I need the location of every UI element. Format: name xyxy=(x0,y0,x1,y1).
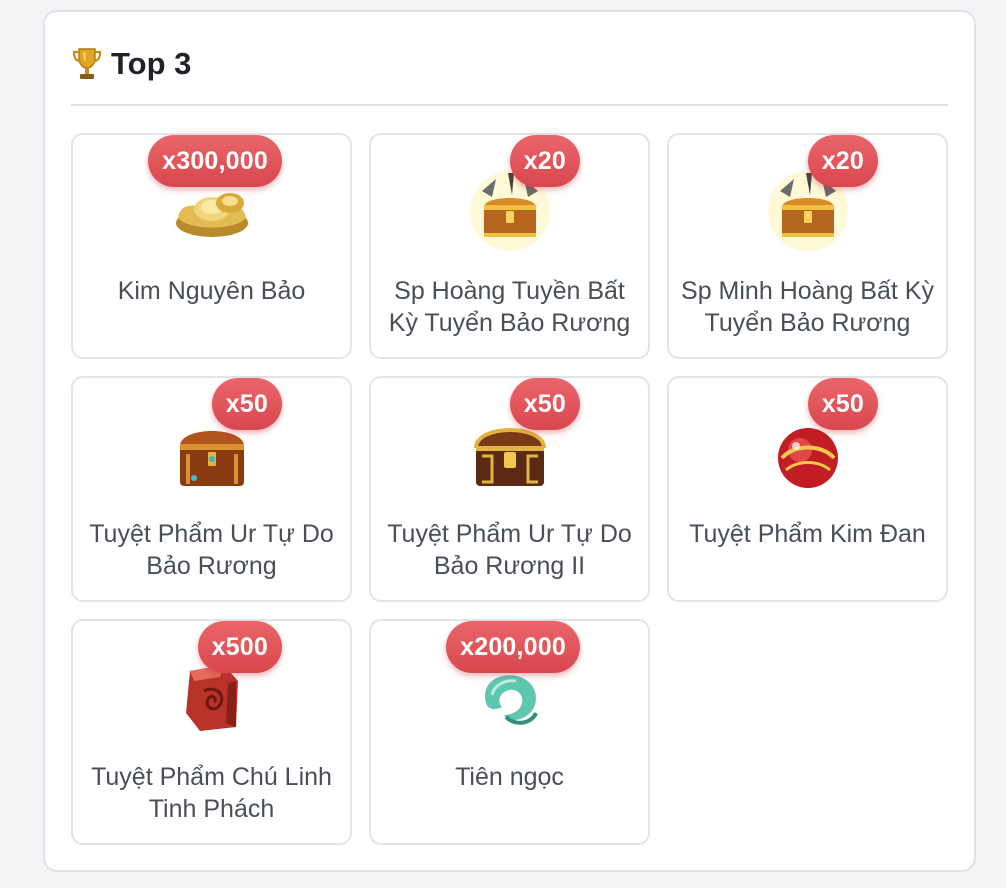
reward-card[interactable]: x20 Sp Minh Hoàng Bất Kỳ Tuyển Bảo Rương xyxy=(667,133,948,359)
reward-name: Tuyệt Phẩm Kim Đan xyxy=(689,520,926,548)
quantity-badge: x20 xyxy=(807,135,878,187)
quantity-badge: x50 xyxy=(807,378,878,430)
quantity-badge: x50 xyxy=(509,378,580,430)
panel-title: Top 3 xyxy=(111,46,192,81)
reward-card[interactable]: x200,000 Tiên ngọc xyxy=(369,619,650,845)
reward-name: Tuyệt Phẩm Ur Tự Do Bảo Rương II xyxy=(387,520,632,580)
reward-card[interactable]: x500 Tuyệt Phẩm Chú Linh Tinh Phách xyxy=(71,619,352,845)
reward-name: Tuyệt Phẩm Chú Linh Tinh Phách xyxy=(91,763,332,823)
quantity-badge: x200,000 xyxy=(446,621,580,673)
quantity-badge: x500 xyxy=(197,621,282,673)
reward-card[interactable]: x300,000 Kim Nguyên Bảo xyxy=(71,133,352,359)
quantity-badge: x50 xyxy=(211,378,282,430)
reward-card[interactable]: x50 Tuyệt Phẩm Ur Tự Do Bảo Rương II xyxy=(369,376,650,602)
quantity-badge: x20 xyxy=(509,135,580,187)
reward-card[interactable]: x20 Sp Hoàng Tuyền Bất Kỳ Tuyển Bảo Rươn… xyxy=(369,133,650,359)
reward-card[interactable]: x50 Tuyệt Phẩm Kim Đan xyxy=(667,376,948,602)
rewards-panel: Top 3 x300,000 Kim Nguyên Bảo x20 Sp Hoà… xyxy=(43,10,976,872)
panel-header: Top 3 xyxy=(71,40,191,88)
reward-grid: x300,000 Kim Nguyên Bảo x20 Sp Hoàng Tuy… xyxy=(71,133,948,845)
reward-card[interactable]: x50 Tuyệt Phẩm Ur Tự Do Bảo Rương xyxy=(71,376,352,602)
quantity-badge: x300,000 xyxy=(148,135,282,187)
reward-name: Tiên ngọc xyxy=(455,763,564,791)
trophy-icon xyxy=(72,48,102,79)
header-divider xyxy=(71,104,948,106)
reward-name: Kim Nguyên Bảo xyxy=(117,277,306,305)
reward-name: Tuyệt Phẩm Ur Tự Do Bảo Rương xyxy=(89,520,334,580)
reward-name: Sp Hoàng Tuyền Bất Kỳ Tuyển Bảo Rương xyxy=(388,277,631,337)
reward-name: Sp Minh Hoàng Bất Kỳ Tuyển Bảo Rương xyxy=(681,277,934,337)
